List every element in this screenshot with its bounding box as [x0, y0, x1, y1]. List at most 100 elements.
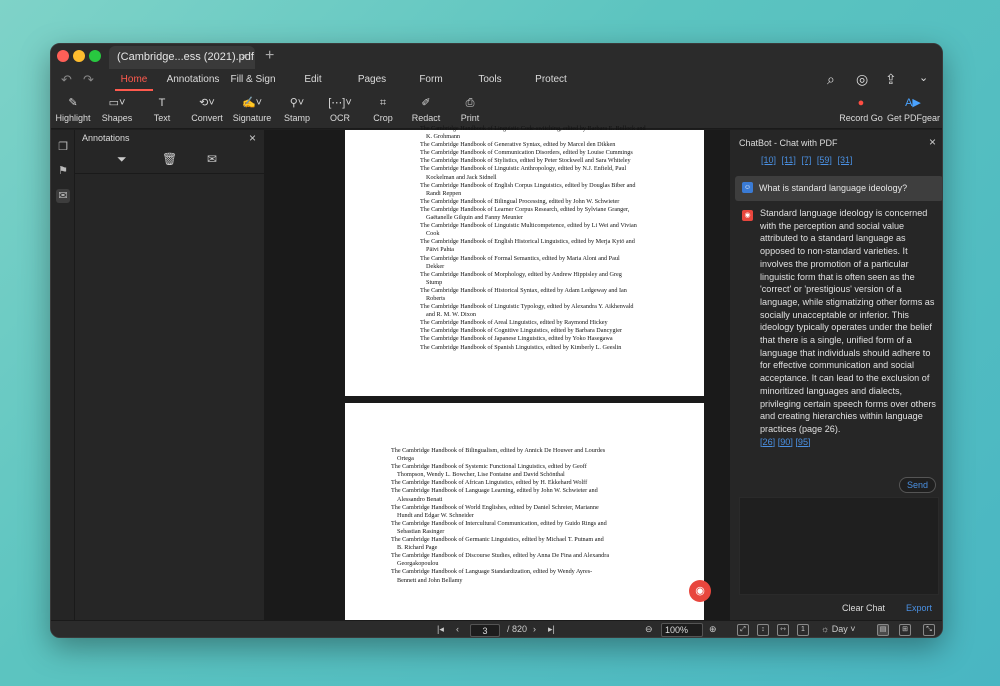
zoom-window-button[interactable] — [89, 50, 101, 62]
actual-size-icon[interactable]: 1 — [797, 624, 809, 636]
highlight-button[interactable]: ✎ Highlight — [55, 95, 91, 123]
menu-bar: ↶ ↷ Home Annotations Fill & Sign Edit Pa… — [51, 69, 942, 91]
get-pdfgear-button[interactable]: A▶ Get PDFgear — [887, 95, 940, 123]
bibliography-line: The Cambridge Handbook of Historical Syn… — [420, 286, 627, 294]
bibliography-line: The Cambridge Handbook of Language Stand… — [391, 568, 593, 576]
tab-tools[interactable]: Tools — [471, 69, 509, 91]
bibliography-line: Hundt and Edgar W. Schneider — [397, 511, 474, 519]
close-window-button[interactable] — [57, 50, 69, 62]
zoom-out-icon[interactable]: ⊖ — [645, 624, 653, 635]
convert-button[interactable]: ⟲˅ Convert — [189, 95, 225, 123]
tab-edit[interactable]: Edit — [295, 69, 331, 91]
print-button[interactable]: ⎙ Print — [455, 95, 485, 123]
undo-icon[interactable]: ↶ — [61, 72, 72, 88]
zoom-in-icon[interactable]: ⊕ — [709, 624, 717, 635]
filter-icon[interactable]: ⏷ — [117, 152, 127, 167]
clear-chat-button[interactable]: Clear Chat — [842, 603, 885, 613]
bibliography-line: The Cambridge Handbook of Bilingualism, … — [391, 447, 606, 454]
chevron-down-icon[interactable]: ⌄ — [919, 71, 928, 84]
search-icon[interactable]: ⌕ — [827, 71, 835, 88]
reference-link[interactable]: [59] — [817, 155, 832, 165]
single-page-view-icon[interactable]: ▤ — [877, 624, 889, 636]
bibliography-line: and R. M. W. Dixon — [426, 311, 477, 319]
page-text: The Cambridge Handbook of Bilingualism, … — [391, 447, 681, 585]
reference-link[interactable]: [10] — [761, 155, 776, 165]
bibliography-line: The Cambridge Handbook of Japanese Lingu… — [420, 335, 613, 343]
bibliography-line: Kockelman and Jack Sidnell — [426, 173, 497, 181]
zoom-value: 100% — [665, 625, 689, 635]
reference-link[interactable]: [31] — [837, 155, 852, 165]
tab-home[interactable]: Home — [115, 69, 153, 91]
new-tab-button[interactable]: + — [265, 47, 274, 65]
annotations-panel: Annotations × ⏷ 🗑 ✉ — [75, 130, 265, 620]
answer-reference-links: [26] [90] [95] — [760, 436, 938, 449]
reference-link[interactable]: [7] — [801, 155, 811, 165]
share-icon[interactable]: ⇪ — [885, 71, 897, 88]
previous-page-icon[interactable]: ‹ — [456, 624, 459, 634]
close-icon[interactable]: × — [929, 135, 936, 149]
signature-label: Signature — [232, 113, 272, 123]
redact-button[interactable]: ✐ Redact — [409, 95, 443, 123]
ai-assistant-icon[interactable]: ◎ — [856, 71, 868, 88]
grid-view-icon[interactable]: ⊞ — [899, 624, 911, 636]
signature-button[interactable]: ✍˅ Signature — [231, 95, 273, 123]
bibliography-line: Päivi Pahta — [426, 246, 455, 254]
tab-form[interactable]: Form — [413, 69, 449, 91]
signature-icon: ✍˅ — [241, 97, 263, 109]
comment-add-icon[interactable]: ✉ — [207, 152, 217, 166]
bookmark-icon[interactable]: ⚑ — [56, 164, 70, 178]
tab-pages[interactable]: Pages — [353, 69, 391, 91]
bibliography-line: The Cambridge Handbook of Areal Linguist… — [420, 319, 608, 327]
fit-page-icon[interactable]: ⤢ — [737, 624, 749, 636]
status-bar: |◂ ‹ / 820 › ▸| ⊖ 100% ⊕ ⤢ ↕ ⇿ 1 ☼ Day ˅… — [51, 620, 942, 637]
pages-icon[interactable]: ❐ — [56, 140, 70, 154]
minimize-window-button[interactable] — [73, 50, 85, 62]
last-page-icon[interactable]: ▸| — [548, 624, 555, 635]
zoom-select[interactable]: 100% — [661, 623, 703, 637]
chat-input[interactable] — [739, 497, 939, 595]
theme-toggle[interactable]: ☼ Day ˅ — [821, 624, 856, 634]
comment-icon[interactable]: ✉ — [56, 189, 70, 203]
tab-close-icon[interactable]: × — [241, 46, 247, 69]
redo-icon[interactable]: ↷ — [83, 72, 94, 88]
document-tab[interactable]: (Cambridge...ess (2021).pdf × — [109, 46, 255, 69]
stamp-button[interactable]: ⚲˅ Stamp — [281, 95, 313, 123]
text-button[interactable]: T Text — [145, 95, 179, 123]
reference-link[interactable]: [11] — [782, 155, 796, 165]
bibliography-line: The Cambridge Handbook of Bilingual Proc… — [420, 197, 620, 205]
tab-annotations[interactable]: Annotations — [165, 69, 221, 91]
ocr-button[interactable]: [⋯]˅ OCR — [325, 95, 355, 123]
reference-link[interactable]: [90] — [778, 437, 793, 447]
send-button[interactable]: Send — [899, 477, 936, 493]
fit-height-icon[interactable]: ⇿ — [777, 624, 789, 636]
document-viewer[interactable]: The Cambridge Handbook of Linguistic Cod… — [265, 125, 729, 620]
fit-width-icon[interactable]: ↕ — [757, 624, 769, 636]
page-number-input[interactable] — [470, 624, 500, 637]
bibliography-line: The Cambridge Handbook of Language Learn… — [391, 487, 598, 495]
divider — [75, 173, 264, 174]
first-page-icon[interactable]: |◂ — [437, 624, 444, 635]
reference-link[interactable]: [95] — [795, 437, 810, 447]
crop-button[interactable]: ⌗ Crop — [369, 95, 397, 123]
export-button[interactable]: Export — [906, 603, 932, 613]
bibliography-line: The Cambridge Handbook of Linguistic Cod… — [420, 125, 646, 132]
total-pages: / 820 — [507, 624, 528, 634]
bibliography-line: The Cambridge Handbook of Morphology, ed… — [420, 270, 622, 278]
bibliography-line: The Cambridge Handbook of Linguistic Ant… — [420, 165, 627, 173]
next-page-icon[interactable]: › — [533, 624, 536, 634]
fullscreen-icon[interactable]: ⤡ — [923, 624, 935, 636]
tab-fill-sign[interactable]: Fill & Sign — [229, 69, 277, 91]
convert-icon: ⟲˅ — [199, 97, 215, 109]
bot-answer: Standard language ideology is concerned … — [760, 207, 938, 448]
shapes-label: Shapes — [101, 113, 133, 123]
shapes-button[interactable]: ▭˅ Shapes — [99, 95, 135, 123]
record-go-button[interactable]: ● Record Go — [837, 95, 885, 123]
tab-protect[interactable]: Protect — [530, 69, 572, 91]
chat-assistant-icon[interactable]: ◉ — [689, 580, 711, 602]
pdf-page: The Cambridge Handbook of Linguistic Cod… — [345, 125, 704, 396]
bibliography-line: The Cambridge Handbook of Discourse Stud… — [391, 552, 610, 560]
bibliography-line: The Cambridge Handbook of Learner Corpus… — [420, 205, 630, 213]
reference-link[interactable]: [26] — [760, 437, 775, 447]
close-icon[interactable]: × — [249, 131, 256, 145]
trash-icon[interactable]: 🗑 — [162, 152, 177, 166]
